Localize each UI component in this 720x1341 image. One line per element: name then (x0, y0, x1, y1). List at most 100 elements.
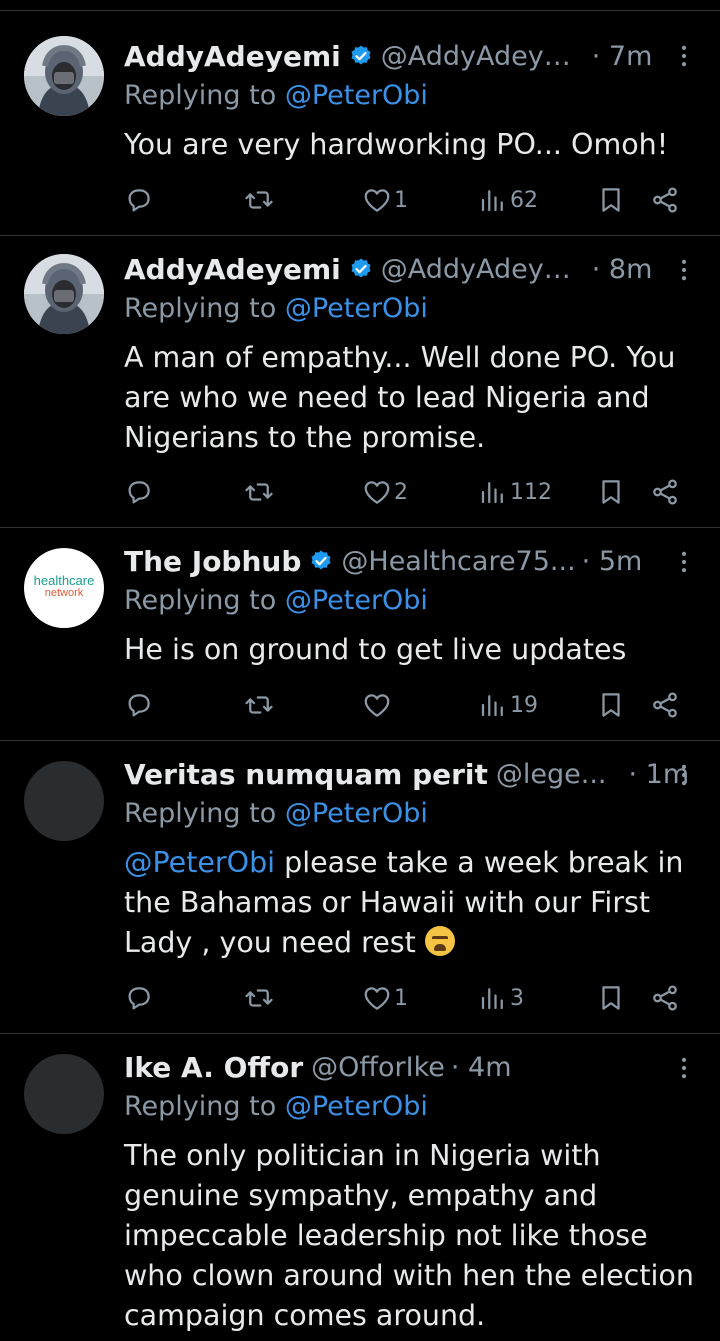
views-button[interactable]: 62 (478, 178, 538, 222)
avatar[interactable]: healthcare network (24, 548, 104, 628)
tweet-header: Veritas numquam perit @lege... · 1m (124, 752, 696, 796)
profile-photo-icon (24, 254, 104, 334)
display-name[interactable]: Veritas numquam perit (124, 758, 488, 791)
retweet-button[interactable] (244, 683, 274, 727)
reply-icon (124, 690, 154, 720)
user-handle[interactable]: @AddyAdeye... (381, 254, 586, 285)
bookmark-button[interactable] (596, 976, 626, 1020)
more-options-icon[interactable] (670, 761, 698, 789)
like-button[interactable]: 1 (362, 178, 408, 222)
replying-to: Replying to @PeterObi (124, 585, 428, 616)
bookmark-icon (596, 690, 626, 720)
reply-icon (124, 185, 154, 215)
share-button[interactable] (650, 470, 680, 514)
view-count: 19 (510, 692, 538, 718)
views-button[interactable]: 112 (478, 470, 552, 514)
view-count: 3 (510, 985, 524, 1011)
tweet-header: The Jobhub @Healthcare75... · 5m (124, 539, 696, 583)
like-button[interactable]: 2 (362, 470, 408, 514)
bookmark-button[interactable] (596, 178, 626, 222)
tweet-text: The only politician in Nigeria with genu… (124, 1139, 694, 1332)
tweet[interactable]: AddyAdeyemi @AddyAdeye... · 7m Replying … (0, 12, 720, 236)
bookmark-button[interactable] (596, 683, 626, 727)
tweet-text: He is on ground to get live updates (124, 633, 627, 666)
heart-icon (362, 477, 392, 507)
tweet[interactable]: Ike A. Offor @OfforIke · 4m Replying to … (0, 1034, 720, 1341)
retweet-button[interactable] (244, 470, 274, 514)
avatar[interactable] (24, 1054, 104, 1134)
replying-mention-link[interactable]: @PeterObi (285, 80, 428, 111)
reply-button[interactable] (124, 470, 154, 514)
heart-icon (362, 690, 392, 720)
like-button[interactable] (362, 683, 394, 727)
timestamp[interactable]: · 4m (451, 1052, 512, 1083)
action-bar: 1 3 (124, 976, 696, 1020)
bookmark-icon (596, 983, 626, 1013)
tweet[interactable]: Veritas numquam perit @lege... · 1m Repl… (0, 741, 720, 1034)
display-name[interactable]: Ike A. Offor (124, 1051, 303, 1084)
reply-button[interactable] (124, 976, 154, 1020)
replying-mention-link[interactable]: @PeterObi (285, 1091, 428, 1122)
views-button[interactable]: 3 (478, 976, 524, 1020)
share-icon (650, 185, 680, 215)
replying-mention-link[interactable]: @PeterObi (285, 585, 428, 616)
action-bar: 1 62 (124, 178, 696, 222)
text-mention-link[interactable]: @PeterObi (124, 846, 275, 879)
user-handle[interactable]: @AddyAdeye... (381, 41, 586, 72)
avatar[interactable] (24, 761, 104, 841)
share-icon (650, 983, 680, 1013)
tweet-header: AddyAdeyemi @AddyAdeye... · 7m (124, 34, 696, 78)
replying-mention-link[interactable]: @PeterObi (285, 798, 428, 829)
user-handle[interactable]: @OfforIke (311, 1052, 445, 1083)
timestamp[interactable]: · 8m (592, 254, 653, 285)
heart-icon (362, 185, 392, 215)
share-button[interactable] (650, 178, 680, 222)
reply-button[interactable] (124, 178, 154, 222)
retweet-button[interactable] (244, 976, 274, 1020)
more-options-icon[interactable] (670, 42, 698, 70)
bookmark-icon (596, 185, 626, 215)
tweet-text: @PeterObi please take a week break in th… (124, 843, 696, 963)
share-button[interactable] (650, 683, 680, 727)
reply-button[interactable] (124, 683, 154, 727)
replying-to: Replying to @PeterObi (124, 293, 428, 324)
like-count: 1 (394, 187, 408, 213)
tweet[interactable]: healthcare network The Jobhub @Healthcar… (0, 528, 720, 741)
like-count: 2 (394, 479, 408, 505)
bookmark-button[interactable] (596, 470, 626, 514)
more-options-icon[interactable] (670, 256, 698, 284)
top-divider (0, 10, 720, 11)
timestamp[interactable]: · 5m (582, 546, 643, 577)
avatar[interactable] (24, 36, 104, 116)
avatar[interactable] (24, 254, 104, 334)
display-name[interactable]: AddyAdeyemi (124, 253, 341, 286)
like-count: 1 (394, 985, 408, 1011)
retweet-button[interactable] (244, 178, 274, 222)
heart-icon (362, 983, 392, 1013)
more-options-icon[interactable] (670, 548, 698, 576)
more-options-icon[interactable] (670, 1054, 698, 1082)
replying-to: Replying to @PeterObi (124, 80, 428, 111)
tweet[interactable]: AddyAdeyemi @AddyAdeye... · 8m Replying … (0, 236, 720, 528)
tweet-text: You are very hardworking PO... Omoh! (124, 128, 669, 161)
display-name[interactable]: The Jobhub (124, 545, 301, 578)
user-handle[interactable]: @Healthcare75... (341, 546, 575, 577)
user-handle[interactable]: @lege... (496, 759, 607, 790)
verified-badge-icon (309, 549, 333, 573)
replying-mention-link[interactable]: @PeterObi (285, 293, 428, 324)
retweet-icon (244, 185, 274, 215)
verified-badge-icon (349, 44, 373, 68)
share-button[interactable] (650, 976, 680, 1020)
reply-icon (124, 477, 154, 507)
views-icon (478, 690, 508, 720)
replying-to: Replying to @PeterObi (124, 798, 428, 829)
like-button[interactable]: 1 (362, 976, 408, 1020)
views-icon (478, 477, 508, 507)
avatar-logo: healthcare network (24, 574, 104, 599)
weary-face-emoji-icon (424, 926, 455, 956)
view-count: 62 (510, 187, 538, 213)
timestamp[interactable]: · 7m (592, 41, 653, 72)
views-button[interactable]: 19 (478, 683, 538, 727)
retweet-icon (244, 477, 274, 507)
display-name[interactable]: AddyAdeyemi (124, 40, 341, 73)
